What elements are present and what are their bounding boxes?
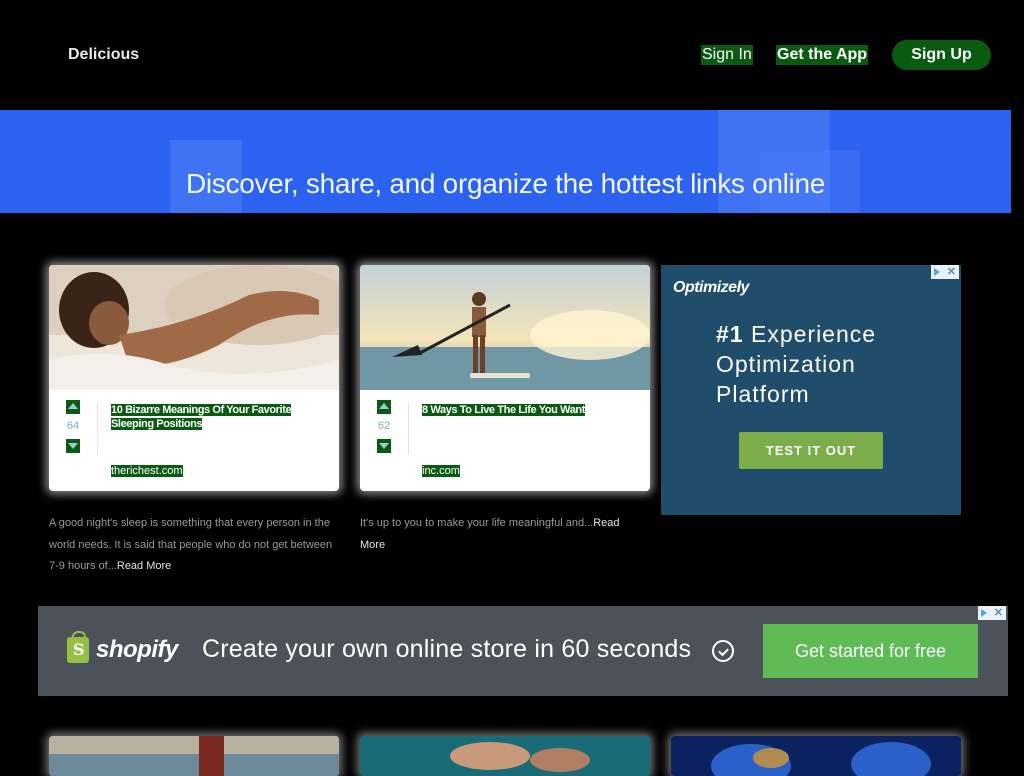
close-icon[interactable]: ✕ xyxy=(994,606,1003,620)
card-divider xyxy=(97,403,98,455)
hero-banner: Discover, share, and organize the hottes… xyxy=(0,110,1011,213)
ad-headline-bold: #1 xyxy=(716,321,744,347)
vote-count: 64 xyxy=(66,420,80,432)
get-started-button[interactable]: Get started for free xyxy=(763,624,978,678)
card-title-text[interactable]: 8 Ways To Live The Life You Want xyxy=(422,404,585,416)
ad-headline: Create your own online store in 60 secon… xyxy=(202,635,692,663)
card-thumbnail-image[interactable] xyxy=(49,265,339,390)
link-card-thumbnail[interactable] xyxy=(360,736,650,776)
card-description: A good night's sleep is something that e… xyxy=(49,513,334,578)
shopify-logo: shopify xyxy=(96,636,178,663)
clock-icon xyxy=(712,640,734,662)
hero-tagline: Discover, share, and organize the hottes… xyxy=(185,168,826,199)
card-thumbnail-image xyxy=(360,736,650,776)
card-title[interactable]: 8 Ways To Live The Life You Want xyxy=(422,403,642,417)
optimizely-logo: Optimizely xyxy=(673,279,749,296)
card-divider xyxy=(408,403,409,455)
test-it-out-button[interactable]: TEST IT OUT xyxy=(739,432,883,469)
card-thumbnail-image xyxy=(49,736,339,776)
site-header: Delicious Sign In Get the App Sign Up xyxy=(0,0,1024,110)
link-card-thumbnail[interactable] xyxy=(671,736,961,776)
adchoices-triangle-icon xyxy=(934,268,940,276)
card-thumbnail-image[interactable] xyxy=(360,265,650,390)
read-more-link[interactable]: Read More xyxy=(117,560,171,572)
card-title[interactable]: 10 Bizarre Meanings Of Your Favorite Sle… xyxy=(111,403,331,431)
site-logo[interactable]: Delicious xyxy=(68,46,139,64)
card-description: It's up to you to make your life meaning… xyxy=(360,513,645,556)
shopify-ad[interactable]: ✕ shopify Create your own online store i… xyxy=(38,606,1008,696)
optimizely-ad[interactable]: ✕ Optimizely #1 Experience Optimization … xyxy=(661,265,961,515)
adchoices-icon[interactable]: ✕ xyxy=(978,606,1006,620)
adchoices-icon[interactable]: ✕ xyxy=(931,265,959,279)
card-domain[interactable]: therichest.com xyxy=(111,465,183,477)
sign-up-button[interactable]: Sign Up xyxy=(892,40,991,70)
link-card[interactable]: 62 8 Ways To Live The Life You Want inc.… xyxy=(360,265,650,491)
link-card-thumbnail[interactable] xyxy=(49,736,339,776)
card-domain[interactable]: inc.com xyxy=(422,465,460,477)
vote-count: 62 xyxy=(377,420,391,432)
card-domain-text[interactable]: therichest.com xyxy=(111,465,183,477)
shopify-bag-icon xyxy=(67,631,89,663)
sign-in-link[interactable]: Sign In xyxy=(701,45,753,65)
card-thumbnail-image xyxy=(671,736,961,776)
get-app-link[interactable]: Get the App xyxy=(776,45,869,65)
downvote-button[interactable] xyxy=(377,439,391,453)
ad-headline: #1 Experience Optimization Platform xyxy=(716,319,956,409)
close-icon[interactable]: ✕ xyxy=(947,265,956,279)
card-description-text: It's up to you to make your life meaning… xyxy=(360,517,594,529)
upvote-button[interactable] xyxy=(377,400,391,414)
card-domain-text[interactable]: inc.com xyxy=(422,465,460,477)
card-description-text: A good night's sleep is something that e… xyxy=(49,517,333,572)
downvote-button[interactable] xyxy=(66,439,80,453)
card-title-text[interactable]: 10 Bizarre Meanings Of Your Favorite Sle… xyxy=(111,404,292,430)
upvote-button[interactable] xyxy=(66,400,80,414)
adchoices-triangle-icon xyxy=(981,609,987,617)
link-card[interactable]: 64 10 Bizarre Meanings Of Your Favorite … xyxy=(49,265,339,491)
